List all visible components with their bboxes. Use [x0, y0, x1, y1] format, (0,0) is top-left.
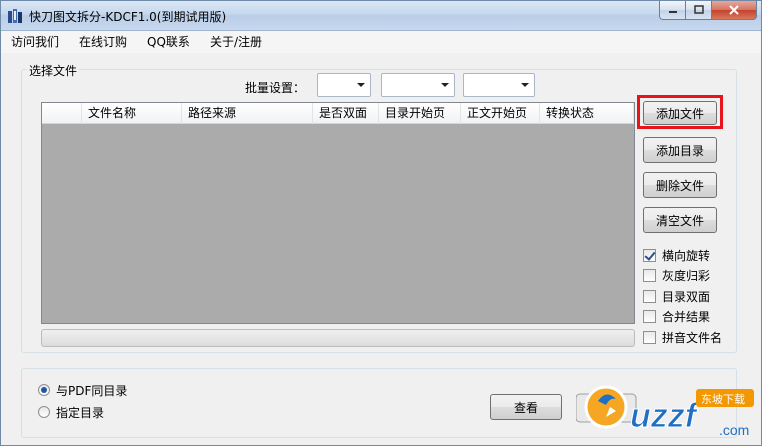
app-window: 快刀图文拆分-KDCF1.0(到期试用版) 访问我们 在线订购 QQ联系 关于/…: [0, 0, 762, 446]
window-controls: [659, 1, 757, 21]
menu-visit-us[interactable]: 访问我们: [1, 31, 69, 53]
minimize-button[interactable]: [659, 1, 686, 20]
option-label: 横向旋转: [662, 248, 711, 263]
option-toc-double-sided[interactable]: 目录双面: [643, 288, 710, 304]
column-path-source[interactable]: 路径来源: [182, 103, 313, 124]
file-list[interactable]: 文件名称 路径来源 是否双面 目录开始页 正文开始页 转换状态: [41, 102, 635, 324]
maximize-icon: [693, 5, 704, 14]
option-pinyin-filename[interactable]: 拼音文件名: [643, 329, 722, 345]
batch-combo-1[interactable]: [317, 73, 371, 97]
option-label: 合并结果: [662, 309, 711, 324]
column-double-sided[interactable]: 是否双面: [313, 103, 379, 124]
chevron-down-icon: [441, 83, 449, 87]
checkbox-toc-double-sided[interactable]: [643, 289, 656, 303]
progress-bar: [41, 329, 635, 347]
radio-same-dir[interactable]: [38, 384, 50, 396]
file-list-header: 文件名称 路径来源 是否双面 目录开始页 正文开始页 转换状态: [42, 103, 634, 124]
chevron-down-icon: [521, 83, 529, 87]
option-grayscale[interactable]: 灰度归彩: [643, 267, 710, 283]
batch-combo-2[interactable]: [381, 73, 455, 97]
column-body-start-page[interactable]: 正文开始页: [461, 103, 540, 124]
window-title: 快刀图文拆分-KDCF1.0(到期试用版): [29, 10, 227, 24]
output-same-dir-option[interactable]: 与PDF同目录: [38, 382, 127, 398]
select-file-group-label: 选择文件: [27, 62, 80, 79]
option-rotate-horizontal[interactable]: 横向旋转: [643, 247, 710, 263]
maximize-button[interactable]: [686, 1, 712, 20]
svg-text:东坡下载: 东坡下载: [701, 393, 745, 406]
watermark-logo: uzzf 东坡下载 .com: [576, 385, 754, 438]
menu-bar: 访问我们 在线订购 QQ联系 关于/注册: [1, 31, 761, 53]
checkbox-rotate-horizontal[interactable]: [643, 248, 656, 262]
batch-settings-label: 批量设置：: [245, 81, 306, 95]
radio-label: 指定目录: [56, 405, 105, 420]
svg-text:uzzf: uzzf: [630, 397, 700, 435]
batch-combo-3[interactable]: [463, 73, 535, 97]
view-button[interactable]: 查看: [490, 394, 562, 420]
option-merge-results[interactable]: 合并结果: [643, 308, 710, 324]
close-button[interactable]: [712, 1, 757, 20]
title-bar[interactable]: 快刀图文拆分-KDCF1.0(到期试用版): [1, 1, 761, 31]
column-convert-status[interactable]: 转换状态: [540, 103, 634, 124]
checkbox-pinyin-filename[interactable]: [643, 330, 656, 344]
app-icon: [8, 9, 22, 23]
add-file-button[interactable]: 添加文件: [643, 101, 717, 125]
column-toc-start-page[interactable]: 目录开始页: [379, 103, 461, 124]
close-icon: [729, 5, 739, 15]
svg-text:.com: .com: [719, 422, 749, 438]
option-label: 拼音文件名: [662, 330, 723, 345]
column-file-name[interactable]: 文件名称: [82, 103, 182, 124]
menu-order-online[interactable]: 在线订购: [69, 31, 137, 53]
menu-about-register[interactable]: 关于/注册: [200, 31, 272, 53]
add-directory-button[interactable]: 添加目录: [643, 137, 717, 163]
output-custom-dir-option[interactable]: 指定目录: [38, 404, 104, 420]
option-label: 目录双面: [662, 289, 711, 304]
menu-qq-contact[interactable]: QQ联系: [137, 31, 200, 53]
column-select[interactable]: [42, 103, 82, 124]
radio-custom-dir[interactable]: [38, 406, 50, 418]
checkbox-grayscale[interactable]: [643, 268, 656, 282]
clear-files-button[interactable]: 清空文件: [643, 207, 717, 233]
radio-label: 与PDF同目录: [56, 383, 128, 398]
chevron-down-icon: [357, 83, 365, 87]
option-label: 灰度归彩: [662, 268, 711, 283]
minimize-icon: [668, 11, 677, 13]
delete-file-button[interactable]: 删除文件: [643, 172, 717, 198]
checkbox-merge-results[interactable]: [643, 309, 656, 323]
